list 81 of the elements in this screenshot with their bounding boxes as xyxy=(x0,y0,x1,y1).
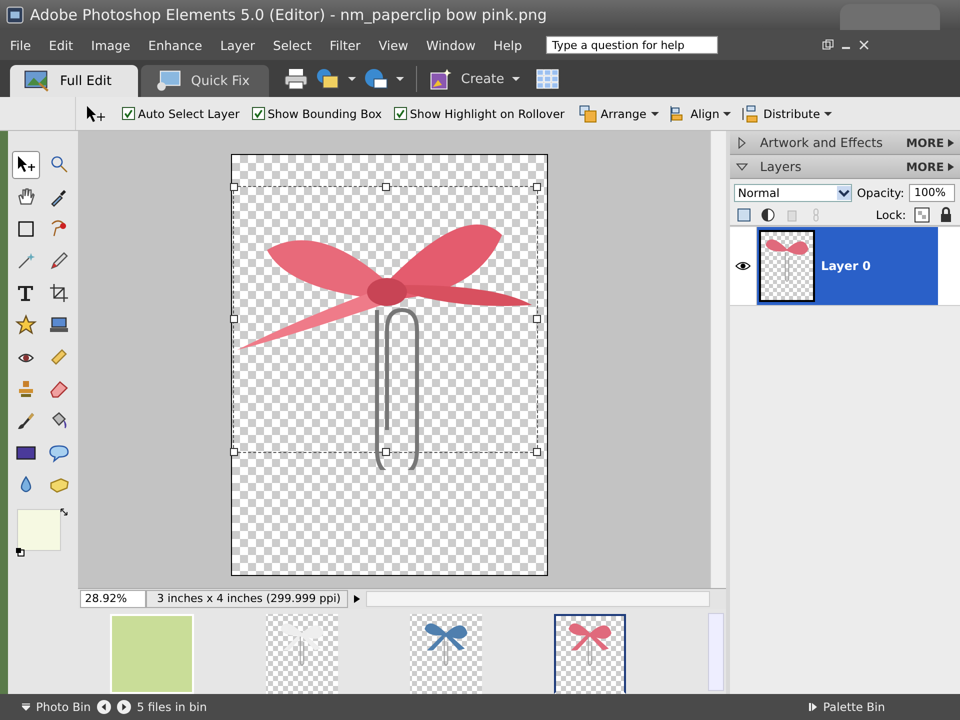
checkbox-label[interactable]: Show Highlight on Rollover xyxy=(410,106,565,120)
checkbox[interactable] xyxy=(122,107,135,120)
menu-item[interactable]: View xyxy=(378,38,408,52)
file-count: 5 files in bin xyxy=(136,700,207,714)
close-icon[interactable] xyxy=(858,39,870,51)
layout-dropdown[interactable]: Distribute xyxy=(739,104,834,122)
move-tool-icon[interactable] xyxy=(84,104,108,124)
photo-thumbnail[interactable] xyxy=(554,614,626,694)
checkbox-label[interactable]: Show Bounding Box xyxy=(268,106,382,120)
default-colors-icon[interactable] xyxy=(15,547,25,557)
layer-thumbnail xyxy=(759,230,815,302)
swap-arrows-icon[interactable] xyxy=(59,507,69,517)
app-icon xyxy=(6,6,24,24)
bin-scrollbar[interactable] xyxy=(708,613,724,691)
new-layer-icon[interactable] xyxy=(736,207,752,223)
mode-tab[interactable]: Quick Fix xyxy=(141,65,269,97)
print-icon[interactable] xyxy=(284,68,308,90)
next-icon[interactable] xyxy=(116,700,131,714)
opacity-label: Opacity: xyxy=(857,186,904,200)
caret-icon xyxy=(837,186,851,200)
caret-icon xyxy=(512,75,520,83)
create-button[interactable]: Create xyxy=(429,68,528,90)
caret-icon xyxy=(824,110,832,118)
palette-header[interactable]: Artwork and Effects MORE xyxy=(730,131,960,155)
distribute-icon xyxy=(741,104,760,122)
menu-item[interactable]: Layer xyxy=(220,38,256,52)
opacity-field[interactable]: 100% xyxy=(909,184,956,202)
menu-item[interactable]: Filter xyxy=(330,38,361,52)
share-order-icon[interactable] xyxy=(316,68,340,90)
checkbox[interactable] xyxy=(252,107,265,120)
caret-icon[interactable] xyxy=(22,703,30,711)
grid-icon[interactable] xyxy=(536,68,560,90)
caret-icon[interactable] xyxy=(396,75,404,83)
more-arrow-icon xyxy=(948,138,954,146)
restore-icon[interactable] xyxy=(822,39,834,51)
menu-item[interactable]: Edit xyxy=(48,38,74,52)
checkbox[interactable] xyxy=(394,107,407,120)
caret-icon xyxy=(723,110,732,118)
photo-thumbnail[interactable] xyxy=(266,614,338,694)
layout-dropdown[interactable]: Align xyxy=(666,104,734,122)
menu-item[interactable]: Image xyxy=(91,38,130,52)
photo-fix-icon xyxy=(155,70,181,92)
disclosure-triangle-icon xyxy=(736,136,748,148)
caret-icon xyxy=(650,110,659,118)
more-arrow-icon xyxy=(948,162,954,170)
menu-item[interactable]: Enhance xyxy=(148,38,202,52)
stack-icon xyxy=(578,104,597,122)
picture-sparkle-icon xyxy=(429,68,453,90)
lock-transparency-icon[interactable] xyxy=(914,207,930,223)
globe-mail-icon[interactable] xyxy=(364,68,388,90)
zoom-field[interactable]: 28.92% xyxy=(80,590,146,608)
play-arrow-icon[interactable] xyxy=(352,594,362,604)
menu-item[interactable]: File xyxy=(10,38,31,52)
document-info: 3 inches x 4 inches (299.999 ppi) xyxy=(146,590,348,608)
previous-icon[interactable] xyxy=(96,700,111,714)
blend-mode-dropdown[interactable]: Normal xyxy=(734,184,852,202)
eye-icon[interactable] xyxy=(735,261,751,271)
lock-icon[interactable] xyxy=(938,207,954,223)
lock-label: Lock: xyxy=(876,208,906,222)
disclosure-triangle-icon xyxy=(736,160,748,172)
palette-bin-toggle[interactable]: Palette Bin xyxy=(823,700,885,714)
menu-item[interactable]: Help xyxy=(494,38,522,52)
layout-dropdown[interactable]: Arrange xyxy=(576,104,661,122)
move-tool-icon[interactable] xyxy=(12,151,40,179)
palette-header[interactable]: Layers MORE xyxy=(730,155,960,179)
layer-row[interactable]: Layer 0 xyxy=(757,227,938,305)
mode-tab[interactable]: Full Edit xyxy=(10,65,138,97)
checkbox-label[interactable]: Auto Select Layer xyxy=(138,106,240,120)
horizontal-scrollbar[interactable] xyxy=(366,591,710,607)
menu-item[interactable]: Select xyxy=(273,38,312,52)
adjustment-layer-icon[interactable] xyxy=(760,207,776,223)
photo-thumbnail[interactable] xyxy=(410,614,482,694)
photo-edit-icon xyxy=(24,70,50,92)
menu-item[interactable]: Window xyxy=(426,38,476,52)
photo-bin-toggle[interactable]: Photo Bin xyxy=(36,700,91,714)
play-pause-icon[interactable] xyxy=(809,703,818,711)
vertical-scrollbar[interactable] xyxy=(710,131,726,588)
caret-icon[interactable] xyxy=(348,75,356,83)
foreground-color-swatch[interactable] xyxy=(17,509,61,551)
help-search-field[interactable]: Type a question for help xyxy=(546,36,718,54)
window-title: Adobe Photoshop Elements 5.0 (Editor) - nm_paperclip bow pink.png xyxy=(30,6,547,24)
